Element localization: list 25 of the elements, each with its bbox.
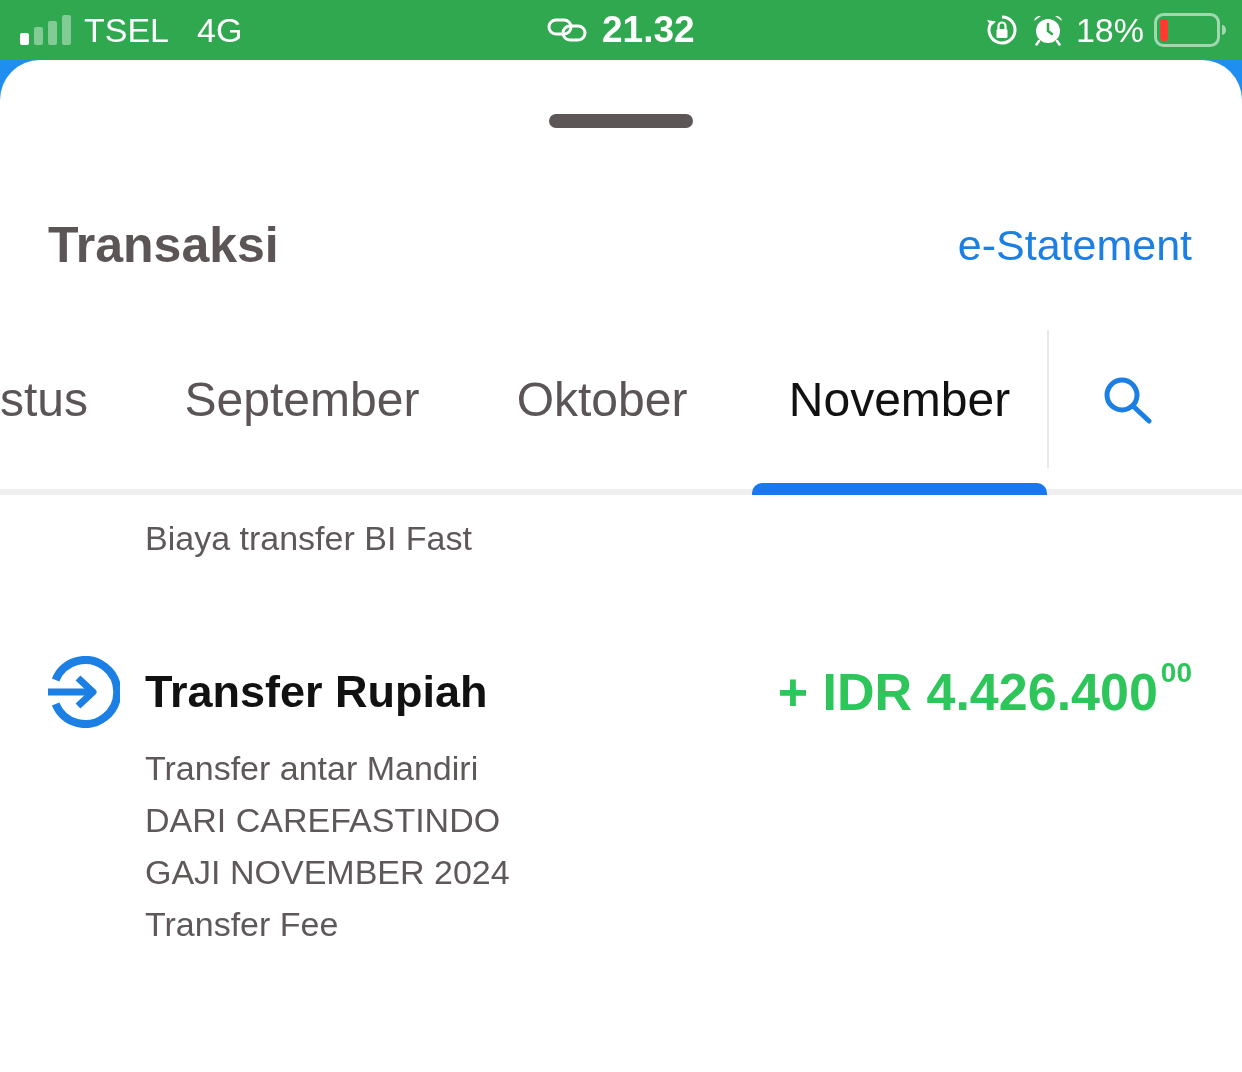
battery-percentage: 18%	[1075, 10, 1144, 50]
transaction-detail: Transfer Fee	[145, 904, 339, 945]
rotation-lock-icon	[985, 14, 1018, 46]
transaction-detail: Biaya transfer BI Fast	[145, 518, 472, 559]
e-statement-link[interactable]: e-Statement	[957, 219, 1192, 271]
page-title: Transaksi	[48, 216, 279, 275]
search-button[interactable]	[1103, 376, 1153, 424]
signal-icon	[20, 15, 72, 45]
carrier-name: TSEL	[84, 10, 170, 50]
month-tab[interactable]: Oktober	[452, 330, 752, 483]
month-tab[interactable]: November	[752, 330, 1047, 483]
month-tab[interactable]: stus	[0, 330, 152, 483]
alarm-clock-icon	[1031, 14, 1064, 46]
network-type: 4G	[197, 10, 243, 50]
transaction-amount: + IDR 4.426.400$^{00}$	[777, 662, 1192, 722]
transaction-title: Transfer Rupiah	[145, 665, 488, 719]
clock-time: 21.32	[602, 8, 695, 52]
transaction-detail: DARI CAREFASTINDO	[145, 800, 501, 841]
transaction-detail: GAJI NOVEMBER 2024	[145, 852, 510, 893]
search-icon	[1103, 376, 1153, 424]
month-tab[interactable]: September	[152, 330, 452, 483]
link-icon	[547, 18, 587, 42]
drag-handle[interactable]	[549, 114, 693, 128]
battery-icon	[1154, 13, 1226, 47]
transaction-detail: Transfer antar Mandiri	[145, 748, 479, 789]
